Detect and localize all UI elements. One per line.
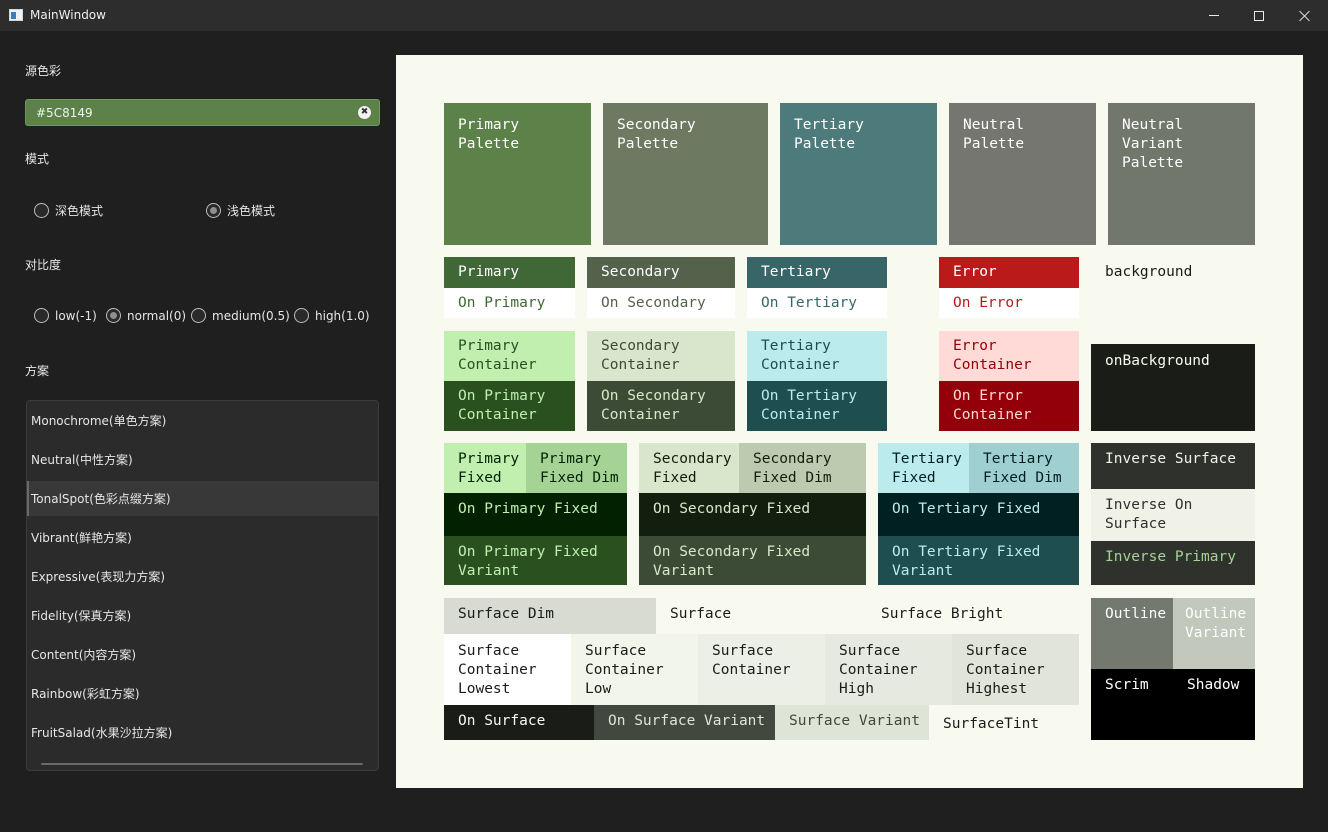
swatch-tertiary-palette: Tertiary Palette (780, 103, 937, 245)
swatch-on-secondary-container: On Secondary Container (587, 381, 735, 431)
radio-indicator (191, 308, 206, 323)
clear-input-icon[interactable]: ✖ (358, 106, 371, 119)
radio-contrast-medium[interactable]: medium(0.5) (191, 308, 290, 323)
swatch-on-error: On Error (939, 288, 1079, 318)
swatch-on-primary-container: On Primary Container (444, 381, 575, 431)
swatch-secondary-palette: Secondary Palette (603, 103, 768, 245)
title-bar: MainWindow (0, 0, 1328, 31)
swatch-tertiary-fixed-dim: Tertiary Fixed Dim (969, 443, 1079, 493)
scheme-item-tonalspot[interactable]: TonalSpot(色彩点缀方案) (27, 481, 378, 516)
swatch-on-primary-fixed-variant: On Primary Fixed Variant (444, 536, 627, 585)
swatch-on-error-container: On Error Container (939, 381, 1079, 431)
radio-dark-mode[interactable]: 深色模式 (34, 202, 103, 219)
radio-label: low(-1) (55, 308, 97, 323)
swatch-on-tertiary-fixed-variant: On Tertiary Fixed Variant (878, 536, 1079, 585)
radio-contrast-low[interactable]: low(-1) (34, 308, 97, 323)
scheme-item-expressive[interactable]: Expressive(表现力方案) (27, 559, 378, 594)
swatch-surface-container: Surface Container (698, 634, 825, 705)
swatch-on-secondary-fixed-variant: On Secondary Fixed Variant (639, 536, 866, 585)
swatch-on-tertiary-fixed: On Tertiary Fixed (878, 493, 1079, 536)
swatch-surface-dim: Surface Dim (444, 598, 656, 634)
color-scheme-preview: Primary Palette Secondary Palette Tertia… (396, 55, 1303, 788)
swatch-tertiary-container: Tertiary Container (747, 331, 887, 381)
swatch-neutral-variant-palette: Neutral Variant Palette (1108, 103, 1255, 245)
swatch-background: background (1091, 257, 1255, 318)
swatch-on-surface: On Surface (444, 705, 594, 740)
radio-label: normal(0) (127, 308, 187, 323)
window-title: MainWindow (30, 8, 106, 22)
swatch-primary-container: Primary Container (444, 331, 575, 381)
swatch-neutral-palette: Neutral Palette (949, 103, 1096, 245)
swatch-inverse-surface: Inverse Surface (1091, 443, 1255, 489)
radio-contrast-normal[interactable]: normal(0) (106, 308, 186, 323)
radio-contrast-high[interactable]: high(1.0) (294, 308, 370, 323)
scheme-item-neutral[interactable]: Neutral(中性方案) (27, 442, 378, 477)
swatch-surface-bright: Surface Bright (867, 598, 1079, 634)
swatch-on-tertiary: On Tertiary (747, 288, 887, 318)
swatch-primary-palette: Primary Palette (444, 103, 591, 245)
swatch-secondary-fixed-dim: Secondary Fixed Dim (739, 443, 866, 493)
close-button[interactable] (1282, 0, 1328, 31)
radio-indicator (206, 203, 221, 218)
scheme-item-rainbow[interactable]: Rainbow(彩虹方案) (27, 676, 378, 711)
app-window-icon (9, 9, 23, 21)
swatch-on-primary-fixed: On Primary Fixed (444, 493, 627, 536)
minimize-icon (1209, 15, 1219, 16)
swatch-outline-variant: Outline Variant (1173, 598, 1255, 669)
mode-label: 模式 (25, 152, 50, 166)
maximize-icon (1254, 10, 1264, 21)
radio-indicator (34, 203, 49, 218)
swatch-error-container: Error Container (939, 331, 1079, 381)
swatch-secondary-fixed: Secondary Fixed (639, 443, 739, 493)
swatch-inverse-primary: Inverse Primary (1091, 541, 1255, 585)
radio-label: medium(0.5) (212, 308, 290, 323)
scheme-item-content[interactable]: Content(内容方案) (27, 637, 378, 672)
scheme-label: 方案 (25, 364, 50, 378)
swatch-surface-container-high: Surface Container High (825, 634, 952, 705)
swatch-on-background: onBackground (1091, 344, 1255, 431)
swatch-on-secondary: On Secondary (587, 288, 735, 318)
minimize-button[interactable] (1191, 0, 1237, 31)
swatch-surface-container-low: Surface Container Low (571, 634, 698, 705)
scheme-item-vibrant[interactable]: Vibrant(鲜艳方案) (27, 520, 378, 555)
swatch-on-primary: On Primary (444, 288, 575, 318)
swatch-on-surface-variant: On Surface Variant (594, 705, 775, 740)
radio-indicator (294, 308, 309, 323)
source-color-label: 源色彩 (25, 64, 62, 78)
radio-indicator (34, 308, 49, 323)
swatch-on-secondary-fixed: On Secondary Fixed (639, 493, 866, 536)
swatch-surface-container-lowest: Surface Container Lowest (444, 634, 571, 705)
swatch-inverse-on-surface: Inverse On Surface (1091, 489, 1255, 541)
radio-label: 深色模式 (55, 204, 104, 218)
swatch-on-tertiary-container: On Tertiary Container (747, 381, 887, 431)
swatch-surface-variant: Surface Variant (775, 705, 929, 740)
swatch-error: Error (939, 257, 1079, 288)
scheme-item-monochrome[interactable]: Monochrome(单色方案) (27, 403, 378, 438)
radio-light-mode[interactable]: 浅色模式 (206, 202, 275, 219)
swatch-outline: Outline (1091, 598, 1173, 669)
swatch-primary-fixed-dim: Primary Fixed Dim (526, 443, 627, 493)
swatch-tertiary-fixed: Tertiary Fixed (878, 443, 969, 493)
swatch-secondary: Secondary (587, 257, 735, 288)
swatch-shadow: Shadow (1173, 669, 1255, 740)
scheme-item-fidelity[interactable]: Fidelity(保真方案) (27, 598, 378, 633)
scheme-item-fruitsalad[interactable]: FruitSalad(水果沙拉方案) (27, 715, 378, 750)
maximize-button[interactable] (1236, 0, 1282, 31)
swatch-surface-container-highest: Surface Container Highest (952, 634, 1079, 705)
source-color-input[interactable]: #5C8149 (25, 99, 380, 126)
radio-label: high(1.0) (315, 308, 370, 323)
scheme-list[interactable]: Monochrome(单色方案) Neutral(中性方案) TonalSpot… (26, 400, 379, 771)
radio-label: 浅色模式 (227, 204, 276, 218)
swatch-surface-tint: SurfaceTint (929, 705, 1079, 740)
radio-indicator (106, 308, 121, 323)
swatch-primary-fixed: Primary Fixed (444, 443, 526, 493)
swatch-secondary-container: Secondary Container (587, 331, 735, 381)
swatch-surface: Surface (656, 598, 867, 634)
contrast-label: 对比度 (25, 258, 62, 272)
swatch-primary: Primary (444, 257, 575, 288)
close-icon (1299, 10, 1311, 22)
swatch-scrim: Scrim (1091, 669, 1173, 740)
swatch-tertiary: Tertiary (747, 257, 887, 288)
horizontal-scrollbar[interactable] (41, 763, 363, 765)
